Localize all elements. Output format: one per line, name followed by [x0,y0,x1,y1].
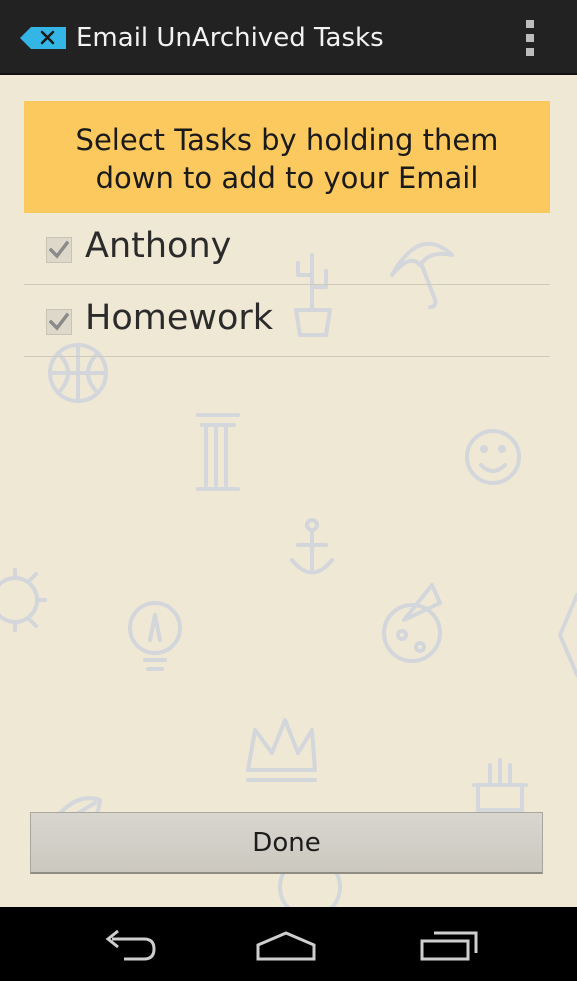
list-item[interactable]: Anthony [24,213,550,285]
home-icon[interactable] [252,927,322,963]
navigation-bar [0,907,577,981]
task-checkbox[interactable] [46,309,72,335]
recent-apps-icon[interactable] [414,927,484,963]
content-area: Select Tasks by holding them down to add… [0,75,577,907]
checkmark-icon [49,312,69,331]
instruction-banner: Select Tasks by holding them down to add… [24,101,550,213]
menu-dot [526,48,534,56]
clear-x-icon[interactable] [20,27,66,49]
screen-title: Email UnArchived Tasks [76,23,384,53]
action-bar: Email UnArchived Tasks [0,0,577,75]
checkmark-icon [49,240,69,259]
banner-line-1: Select Tasks by holding them [75,123,499,157]
back-icon[interactable] [92,927,162,963]
task-label: Homework [85,298,274,338]
banner-line-2: down to add to your Email [95,161,479,195]
task-list: Anthony Homework [24,213,550,357]
menu-dot [526,34,534,42]
screen: Email UnArchived Tasks Select Tasks by h… [0,0,577,981]
done-button[interactable]: Done [30,812,543,874]
overflow-menu-icon[interactable] [516,18,544,58]
list-item[interactable]: Homework [24,285,550,357]
menu-dot [526,20,534,28]
task-checkbox[interactable] [46,237,72,263]
task-label: Anthony [85,226,232,266]
